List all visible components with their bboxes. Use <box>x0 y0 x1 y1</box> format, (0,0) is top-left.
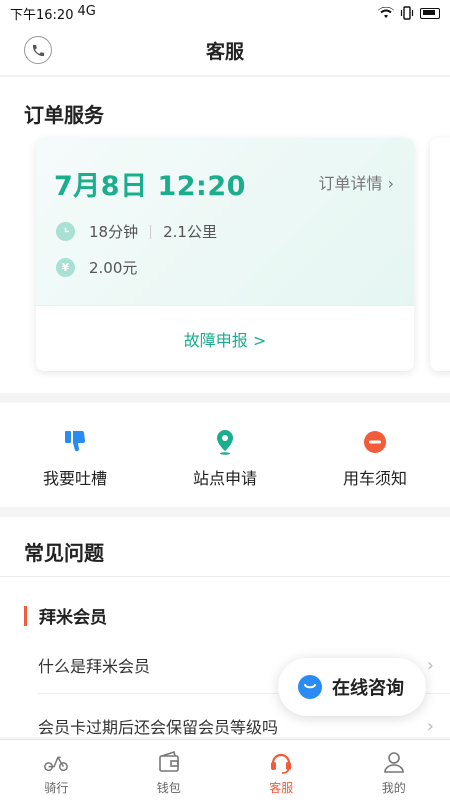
order-service-section: 订单服务 7月8日 12:20 订单详情 › 18分钟 2.1公里 ¥ 2.00… <box>0 77 450 393</box>
quick-action-label: 用车须知 <box>342 469 407 488</box>
tab-profile[interactable]: 我的 <box>338 740 450 800</box>
order-duration: 18分钟 <box>89 223 139 241</box>
tab-label: 钱包 <box>156 781 181 795</box>
tab-label: 客服 <box>269 781 294 795</box>
minus-circle-icon <box>362 429 388 455</box>
battery-icon <box>420 7 440 19</box>
online-consult-label: 在线咨询 <box>332 678 404 699</box>
status-bar: 下午16:20 4G <box>0 0 450 26</box>
quick-action-complain[interactable]: 我要吐槽 <box>0 403 150 507</box>
bottom-tab-bar: 骑行 钱包 客服 我的 <box>0 739 450 800</box>
faq-title: 常见问题 <box>24 541 104 565</box>
status-time: 下午16:20 <box>10 7 74 23</box>
tab-service[interactable]: 客服 <box>225 740 338 800</box>
category-marker <box>24 605 27 626</box>
chat-bubble-icon <box>298 675 322 699</box>
order-service-title: 订单服务 <box>24 103 104 127</box>
online-consult-button[interactable]: 在线咨询 <box>278 658 426 716</box>
chevron-right-icon: › <box>426 654 434 676</box>
faq-divider <box>0 576 450 577</box>
location-pin-icon <box>212 429 238 455</box>
stat-divider <box>150 224 152 239</box>
order-card[interactable]: 7月8日 12:20 订单详情 › 18分钟 2.1公里 ¥ 2.00元 故障申… <box>36 138 414 371</box>
faq-question: 什么是拜米会员 <box>38 657 151 676</box>
scooter-icon <box>43 749 69 775</box>
quick-action-station-apply[interactable]: 站点申请 <box>150 403 300 507</box>
order-stats-row: 18分钟 2.1公里 <box>56 221 217 242</box>
tab-ride[interactable]: 骑行 <box>0 740 113 800</box>
phone-icon <box>32 44 44 56</box>
quick-action-riding-notice[interactable]: 用车须知 <box>300 403 450 507</box>
report-fault-link[interactable]: 故障申报 > <box>36 305 414 371</box>
faq-category: 拜米会员 <box>24 603 107 628</box>
tab-label: 骑行 <box>44 781 69 795</box>
order-detail-link[interactable]: 订单详情 › <box>319 170 395 194</box>
header: 客服 <box>0 26 450 76</box>
order-distance: 2.1公里 <box>163 223 217 241</box>
quick-action-label: 我要吐槽 <box>42 469 107 488</box>
tab-wallet[interactable]: 钱包 <box>113 740 226 800</box>
headset-icon <box>268 749 294 775</box>
next-order-card[interactable] <box>430 138 450 371</box>
wallet-icon <box>156 749 182 775</box>
quick-action-label: 站点申请 <box>192 469 257 488</box>
wifi-icon <box>378 7 394 18</box>
faq-question: 会员卡过期后还会保留会员等级吗 <box>38 718 279 737</box>
order-price-row: ¥ 2.00元 <box>56 257 137 278</box>
page-title: 客服 <box>205 41 244 63</box>
vibrate-icon <box>400 6 414 20</box>
clock-icon <box>56 222 75 241</box>
faq-item[interactable]: 会员卡过期后还会保留会员等级吗 › <box>38 714 438 738</box>
user-icon <box>381 749 407 775</box>
faq-category-label: 拜米会员 <box>39 608 107 628</box>
status-network: 4G <box>77 3 96 19</box>
yen-icon: ¥ <box>56 258 75 277</box>
phone-button[interactable] <box>24 36 52 64</box>
tab-label: 我的 <box>381 781 406 795</box>
order-price: 2.00元 <box>89 259 138 277</box>
quick-actions: 我要吐槽 站点申请 用车须知 <box>0 403 450 507</box>
order-card-summary: 7月8日 12:20 订单详情 › 18分钟 2.1公里 ¥ 2.00元 <box>36 138 414 305</box>
thumbs-down-icon <box>62 429 88 455</box>
chevron-right-icon: › <box>426 715 434 737</box>
order-date-time: 7月8日 12:20 <box>54 171 246 202</box>
